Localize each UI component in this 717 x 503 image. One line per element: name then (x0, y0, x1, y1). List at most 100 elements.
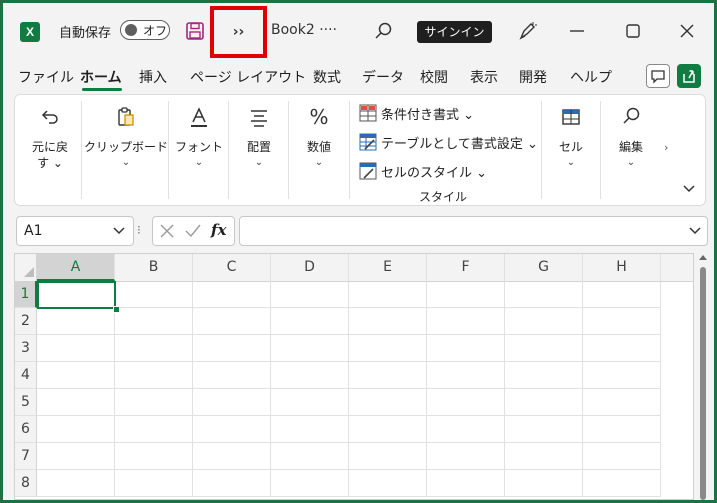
more-commands-button[interactable]: ›› (210, 6, 267, 58)
cell[interactable] (37, 416, 115, 443)
cell[interactable] (349, 389, 427, 416)
alignment-button[interactable]: 配置 ⌄ (231, 95, 287, 205)
column-header-c[interactable]: C (193, 254, 271, 281)
cell[interactable] (583, 389, 661, 416)
cell[interactable] (193, 389, 271, 416)
tab-page-layout[interactable]: ページ レイアウト (190, 67, 306, 87)
cell[interactable] (427, 308, 505, 335)
cell[interactable] (115, 308, 193, 335)
cell[interactable] (505, 308, 583, 335)
cell[interactable] (193, 308, 271, 335)
cell[interactable] (349, 416, 427, 443)
cell[interactable] (37, 389, 115, 416)
comments-button[interactable] (646, 64, 670, 88)
row-header-5[interactable]: 5 (15, 389, 37, 416)
cell[interactable] (115, 389, 193, 416)
cell[interactable] (583, 335, 661, 362)
column-header-f[interactable]: F (427, 254, 505, 281)
tab-developer[interactable]: 開発 (519, 67, 547, 87)
column-header-a[interactable]: A (37, 254, 115, 281)
active-cell[interactable] (37, 281, 116, 309)
cell[interactable] (583, 308, 661, 335)
format-as-table-button[interactable]: テーブルとして書式設定 ⌄ (359, 132, 539, 152)
clipboard-button[interactable]: クリップボード ⌄ (83, 95, 169, 205)
cell[interactable] (427, 362, 505, 389)
share-button[interactable] (677, 64, 701, 88)
cell[interactable] (271, 281, 349, 308)
row-header-8[interactable]: 8 (15, 470, 37, 497)
cell[interactable] (271, 416, 349, 443)
cell[interactable] (271, 335, 349, 362)
column-header-b[interactable]: B (115, 254, 193, 281)
cell[interactable] (505, 416, 583, 443)
tab-view[interactable]: 表示 (470, 67, 498, 87)
tab-review[interactable]: 校閲 (420, 67, 448, 87)
cell[interactable] (583, 470, 661, 497)
expand-formula-icon[interactable] (688, 225, 702, 237)
enter-check-icon[interactable] (184, 223, 202, 239)
cancel-icon[interactable] (159, 223, 175, 239)
fill-handle[interactable] (113, 306, 120, 313)
cell[interactable] (271, 362, 349, 389)
search-icon[interactable] (373, 20, 395, 42)
cell[interactable] (271, 389, 349, 416)
column-header-g[interactable]: G (505, 254, 583, 281)
cell[interactable] (37, 470, 115, 497)
close-icon[interactable] (677, 21, 697, 41)
cell[interactable] (349, 362, 427, 389)
cell[interactable] (349, 308, 427, 335)
cell[interactable] (349, 281, 427, 308)
tab-file[interactable]: ファイル (18, 67, 74, 87)
tab-data[interactable]: データ (362, 67, 404, 87)
cell[interactable] (115, 281, 193, 308)
cell[interactable] (427, 389, 505, 416)
book-title[interactable]: Book2 ···· (271, 22, 337, 38)
tab-formulas[interactable]: 数式 (313, 67, 341, 87)
cell[interactable] (583, 281, 661, 308)
cell-styles-button[interactable]: セルのスタイル ⌄ (359, 161, 539, 181)
formula-bar-grip[interactable]: ⁝ (137, 223, 141, 237)
tab-insert[interactable]: 挿入 (139, 67, 167, 87)
row-header-7[interactable]: 7 (15, 443, 37, 470)
cell[interactable] (193, 416, 271, 443)
cell[interactable] (193, 470, 271, 497)
tab-help[interactable]: ヘルプ (570, 67, 612, 87)
cell[interactable] (505, 362, 583, 389)
cell[interactable] (115, 335, 193, 362)
ribbon-scroll-right[interactable]: › (664, 141, 668, 154)
conditional-format-button[interactable]: 条件付き書式 ⌄ (359, 103, 539, 123)
column-header-h[interactable]: H (583, 254, 661, 281)
cell[interactable] (37, 335, 115, 362)
signin-button[interactable]: サインイン (417, 21, 492, 43)
cell[interactable] (505, 281, 583, 308)
cell[interactable] (427, 335, 505, 362)
row-header-4[interactable]: 4 (15, 362, 37, 389)
cell[interactable] (271, 443, 349, 470)
save-icon[interactable] (185, 21, 205, 41)
formula-input[interactable] (239, 216, 708, 246)
cell[interactable] (505, 335, 583, 362)
designer-pen-icon[interactable] (516, 20, 538, 42)
insert-function-button[interactable]: fx (211, 221, 226, 239)
column-header-d[interactable]: D (271, 254, 349, 281)
cell[interactable] (427, 470, 505, 497)
cell[interactable] (37, 362, 115, 389)
row-header-3[interactable]: 3 (15, 335, 37, 362)
cell[interactable] (115, 416, 193, 443)
minimize-icon[interactable] (567, 21, 587, 41)
cell[interactable] (505, 443, 583, 470)
cell[interactable] (37, 308, 115, 335)
cell[interactable] (37, 443, 115, 470)
font-button[interactable]: フォント ⌄ (171, 95, 227, 205)
cell[interactable] (427, 416, 505, 443)
cell[interactable] (115, 470, 193, 497)
cell[interactable] (271, 470, 349, 497)
name-box[interactable]: A1 (16, 216, 134, 246)
undo-button[interactable]: 元に戻 す ⌄ (19, 95, 81, 205)
cell[interactable] (349, 470, 427, 497)
cell[interactable] (583, 362, 661, 389)
select-all-corner[interactable] (15, 254, 37, 281)
tab-home[interactable]: ホーム (80, 67, 122, 87)
collapse-ribbon-icon[interactable] (681, 181, 697, 197)
cell[interactable] (193, 281, 271, 308)
